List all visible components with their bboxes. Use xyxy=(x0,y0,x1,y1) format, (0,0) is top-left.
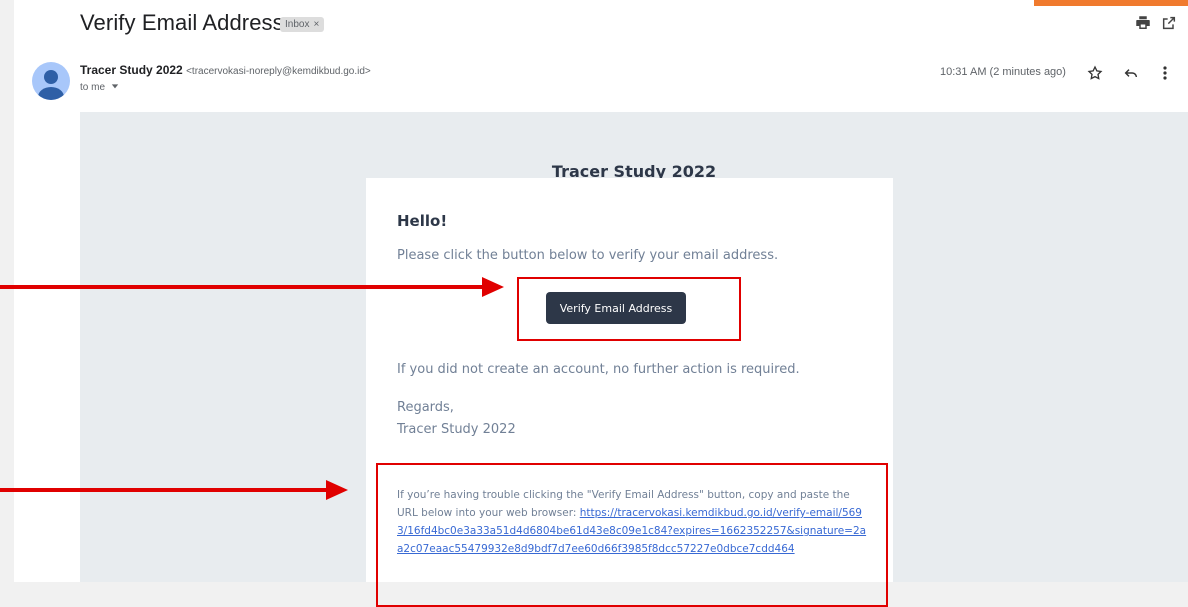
avatar-icon[interactable] xyxy=(32,62,70,100)
greeting: Hello! xyxy=(397,212,448,230)
regards-text: Regards, xyxy=(397,400,454,415)
accent-strip xyxy=(1034,0,1188,6)
intro-text: Please click the button below to verify … xyxy=(397,248,779,263)
chevron-down-icon[interactable] xyxy=(111,82,119,90)
open-in-new-icon[interactable] xyxy=(1158,12,1180,34)
sender-line: Tracer Study 2022 <tracervokasi-noreply@… xyxy=(80,63,371,77)
annotation-arrow-link-head xyxy=(326,480,348,500)
sender-address: <tracervokasi-noreply@kemdikbud.go.id> xyxy=(186,66,371,77)
inbox-label-text: Inbox xyxy=(285,19,310,30)
star-icon[interactable] xyxy=(1084,62,1106,84)
annotation-box-link xyxy=(376,463,888,607)
reply-icon[interactable] xyxy=(1120,62,1142,84)
print-icon[interactable] xyxy=(1132,12,1154,34)
sender-name[interactable]: Tracer Study 2022 xyxy=(80,63,183,77)
inbox-label-chip[interactable]: Inbox × xyxy=(280,17,325,32)
email-time: 10:31 AM (2 minutes ago) xyxy=(940,66,1066,78)
recipient-line[interactable]: to me xyxy=(80,82,119,93)
annotation-box-button xyxy=(517,277,741,341)
email-subject: Verify Email Address xyxy=(80,10,284,35)
recipient: to me xyxy=(80,82,106,93)
no-action-text: If you did not create an account, no fur… xyxy=(397,362,800,377)
more-vert-icon[interactable] xyxy=(1154,62,1176,84)
annotation-arrow-button-line xyxy=(0,285,486,289)
annotation-arrow-link-line xyxy=(0,488,330,492)
signature-text: Tracer Study 2022 xyxy=(397,422,516,437)
remove-label-icon[interactable]: × xyxy=(313,19,319,30)
annotation-arrow-button-head xyxy=(482,277,504,297)
